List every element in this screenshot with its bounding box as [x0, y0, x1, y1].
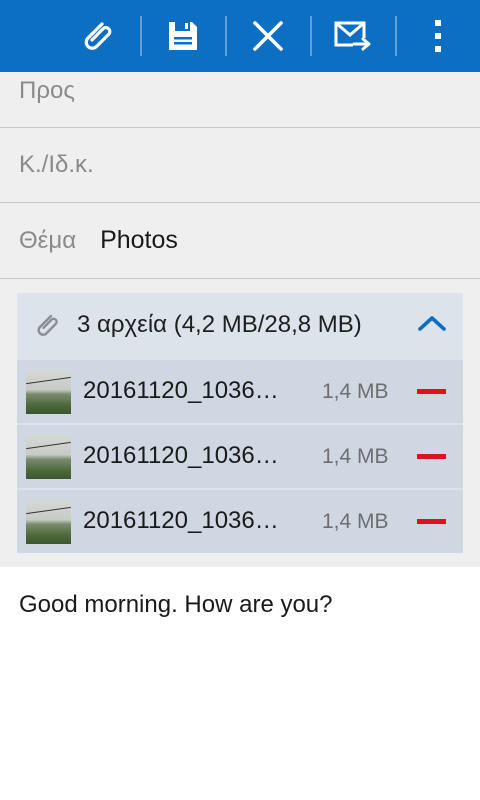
remove-attachment-icon[interactable] [417, 389, 446, 394]
cc-bcc-field[interactable]: Κ./Ιδ.κ. [0, 128, 480, 203]
remove-attachment-icon[interactable] [417, 519, 446, 524]
to-field[interactable]: Προς [0, 72, 480, 128]
subject-field[interactable]: Θέμα Photos [0, 203, 480, 279]
discard-button[interactable] [226, 0, 310, 72]
attachment-item[interactable]: 20161120_1036… 1,4 MB [17, 490, 463, 553]
attachment-item[interactable]: 20161120_1036… 1,4 MB [17, 425, 463, 488]
message-body-text: Good morning. How are you? [19, 591, 333, 618]
attachments-header[interactable]: 3 αρχεία (4,2 MB/28,8 MB) [17, 293, 463, 357]
send-button[interactable] [311, 0, 395, 72]
attachment-thumbnail [26, 435, 71, 479]
send-mail-icon [334, 21, 371, 51]
subject-label: Θέμα [19, 226, 77, 254]
attachment-item[interactable]: 20161120_1036… 1,4 MB [17, 360, 463, 423]
remove-attachment-icon[interactable] [417, 454, 446, 459]
more-options-button[interactable] [396, 0, 480, 72]
subject-value[interactable]: Photos [100, 226, 178, 255]
attachment-name: 20161120_1036… [83, 442, 279, 469]
paperclip-icon [84, 22, 112, 50]
attachments-summary: 3 αρχεία (4,2 MB/28,8 MB) [77, 311, 362, 338]
message-body[interactable]: Good morning. How are you? [0, 567, 480, 800]
chevron-up-icon[interactable] [417, 313, 447, 333]
attachment-thumbnail [26, 500, 71, 544]
attachment-size: 1,4 MB [322, 380, 389, 403]
attachment-size: 1,4 MB [322, 445, 389, 468]
to-label: Προς [19, 76, 75, 104]
paperclip-icon [37, 314, 58, 336]
attachment-name: 20161120_1036… [83, 507, 279, 534]
attachment-size: 1,4 MB [322, 510, 389, 533]
save-icon [169, 22, 197, 50]
action-bar [0, 0, 480, 72]
attachment-name: 20161120_1036… [83, 377, 279, 404]
attachments-panel: 3 αρχεία (4,2 MB/28,8 MB) 20161120_1036…… [17, 293, 463, 553]
close-icon [253, 21, 283, 51]
cc-bcc-label: Κ./Ιδ.κ. [19, 151, 94, 178]
more-vert-icon [435, 20, 441, 52]
attach-button[interactable] [56, 0, 140, 72]
save-button[interactable] [141, 0, 225, 72]
attachment-thumbnail [26, 370, 71, 414]
